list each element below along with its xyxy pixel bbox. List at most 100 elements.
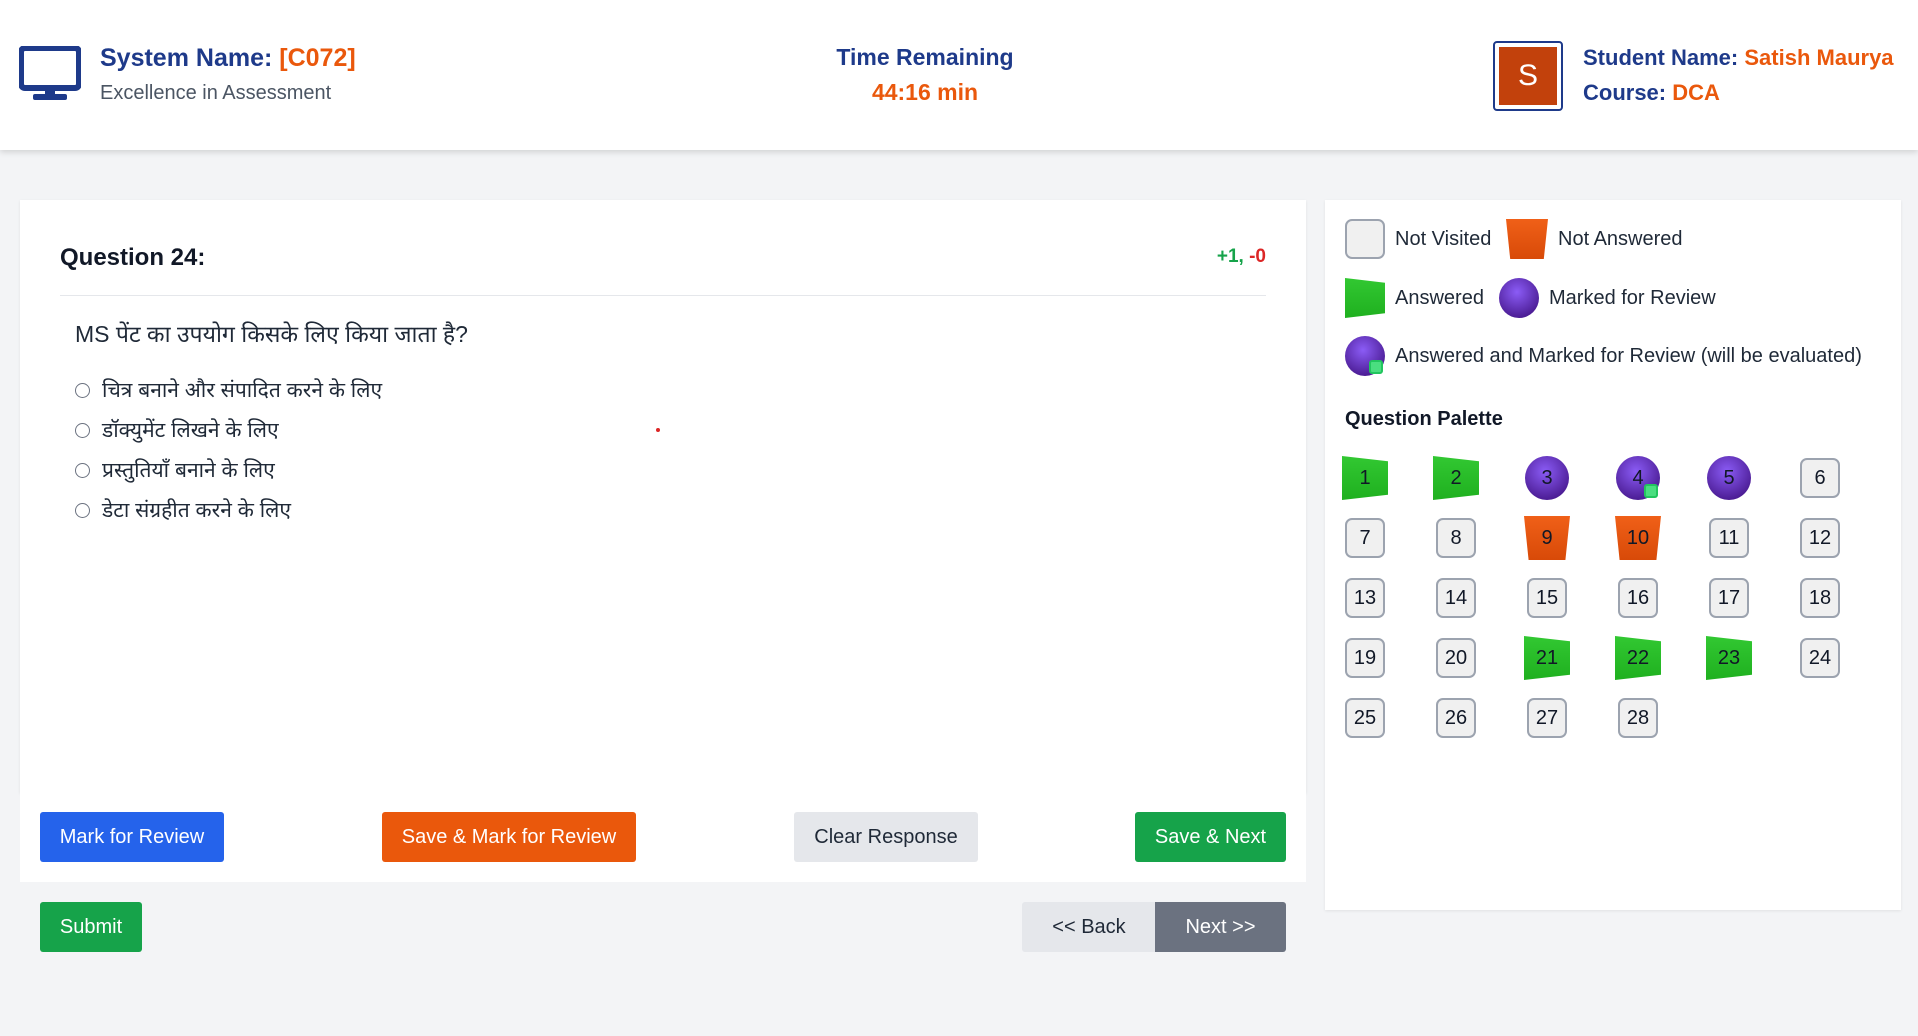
palette-question-10[interactable]: 10 (1614, 514, 1662, 562)
legend-marked-review: Marked for Review (1499, 278, 1716, 318)
legend-not-answered: Not Answered (1506, 219, 1683, 259)
palette-question-27[interactable]: 27 (1523, 694, 1571, 742)
marks-positive: +1, (1216, 246, 1244, 267)
radio-button[interactable] (75, 422, 90, 438)
palette-question-1[interactable]: 1 (1341, 454, 1389, 502)
clear-response-button[interactable]: Clear Response (794, 812, 978, 862)
option-label: चित्र बनाने और संपादित करने के लिए (102, 379, 383, 402)
palette-question-20[interactable]: 20 (1432, 634, 1480, 682)
palette-question-5[interactable]: 5 (1705, 454, 1753, 502)
student-name-label: Student Name: (1583, 45, 1739, 70)
save-mark-review-button[interactable]: Save & Mark for Review (382, 812, 636, 862)
palette-question-3[interactable]: 3 (1523, 454, 1571, 502)
palette-question-16[interactable]: 16 (1614, 574, 1662, 622)
palette-number: 5 (1707, 456, 1751, 500)
radio-button[interactable] (75, 502, 90, 518)
not-visited-swatch (1345, 219, 1385, 259)
top-header: System Name: [C072] Excellence in Assess… (0, 0, 1918, 150)
cursor-dot (656, 428, 660, 432)
palette-question-6[interactable]: 6 (1796, 454, 1844, 502)
course-row: Course: DCA (1583, 80, 1720, 106)
palette-question-12[interactable]: 12 (1796, 514, 1844, 562)
option-2[interactable]: डॉक्युमेंट लिखने के लिए (75, 410, 382, 450)
palette-number: 26 (1436, 698, 1476, 738)
palette-number: 25 (1345, 698, 1385, 738)
palette-number: 23 (1706, 636, 1752, 680)
palette-number: 7 (1345, 518, 1385, 558)
palette-panel: Not Visited Not Answered Answered Marked… (1325, 200, 1901, 910)
answered-swatch (1345, 278, 1385, 318)
legend-not-visited: Not Visited (1345, 219, 1491, 259)
legend-answered-marked: Answered and Marked for Review (will be … (1345, 336, 1862, 376)
back-button[interactable]: << Back (1022, 902, 1156, 952)
option-1[interactable]: चित्र बनाने और संपादित करने के लिए (75, 370, 382, 410)
palette-number: 12 (1800, 518, 1840, 558)
option-3[interactable]: प्रस्तुतियाँ बनाने के लिए (75, 450, 382, 490)
option-label: डॉक्युमेंट लिखने के लिए (102, 419, 279, 442)
palette-number: 6 (1800, 458, 1840, 498)
palette-question-25[interactable]: 25 (1341, 694, 1389, 742)
time-remaining-value: 44:16 min (871, 79, 979, 105)
save-next-button[interactable]: Save & Next (1135, 812, 1286, 862)
radio-button[interactable] (75, 382, 90, 398)
next-button[interactable]: Next >> (1155, 902, 1286, 952)
palette-number: 17 (1709, 578, 1749, 618)
palette-question-24[interactable]: 24 (1796, 634, 1844, 682)
palette-question-18[interactable]: 18 (1796, 574, 1844, 622)
legend-label: Not Answered (1558, 227, 1683, 250)
palette-question-21[interactable]: 21 (1523, 634, 1571, 682)
student-name-row: Student Name: Satish Maurya (1583, 45, 1894, 71)
time-remaining-label: Time Remaining (836, 44, 1014, 70)
legend-label: Answered and Marked for Review (will be … (1395, 344, 1862, 367)
palette-number: 19 (1345, 638, 1385, 678)
radio-button[interactable] (75, 462, 90, 478)
palette-number: 15 (1527, 578, 1567, 618)
tagline: Excellence in Assessment (100, 82, 332, 104)
question-panel: Question 24: +1, -0 MS पेंट का उपयोग किस… (20, 200, 1306, 793)
legend-label: Marked for Review (1549, 286, 1716, 309)
palette-question-14[interactable]: 14 (1432, 574, 1480, 622)
palette-number: 14 (1436, 578, 1476, 618)
palette-number: 2 (1433, 456, 1479, 500)
palette-number: 3 (1525, 456, 1569, 500)
palette-number: 8 (1436, 518, 1476, 558)
option-label: डेटा संग्रहीत करने के लिए (102, 499, 291, 522)
palette-number: 22 (1615, 636, 1661, 680)
palette-question-15[interactable]: 15 (1523, 574, 1571, 622)
action-bar: Mark for Review Save & Mark for Review C… (20, 793, 1306, 882)
palette-question-23[interactable]: 23 (1705, 634, 1753, 682)
option-label: प्रस्तुतियाँ बनाने के लिए (102, 459, 275, 482)
palette-question-19[interactable]: 19 (1341, 634, 1389, 682)
palette-question-22[interactable]: 22 (1614, 634, 1662, 682)
palette-question-17[interactable]: 17 (1705, 574, 1753, 622)
palette-question-9[interactable]: 9 (1523, 514, 1571, 562)
submit-button[interactable]: Submit (40, 902, 142, 952)
palette-question-26[interactable]: 26 (1432, 694, 1480, 742)
palette-number: 11 (1709, 518, 1749, 558)
question-text: MS पेंट का उपयोग किसके लिए किया जाता है? (75, 321, 468, 347)
palette-number: 1 (1342, 456, 1388, 500)
palette-question-2[interactable]: 2 (1432, 454, 1480, 502)
palette-number: 21 (1524, 636, 1570, 680)
system-name-label: System Name: (100, 44, 273, 72)
legend-label: Answered (1395, 286, 1484, 309)
palette-number: 20 (1436, 638, 1476, 678)
monitor-icon (19, 46, 81, 100)
question-marks: +1, -0 (1217, 246, 1266, 268)
palette-title: Question Palette (1345, 408, 1503, 430)
palette-question-7[interactable]: 7 (1341, 514, 1389, 562)
palette-question-28[interactable]: 28 (1614, 694, 1662, 742)
marked-review-swatch (1499, 278, 1539, 318)
palette-question-4[interactable]: 4 (1614, 454, 1662, 502)
mark-for-review-button[interactable]: Mark for Review (40, 812, 224, 862)
legend-label: Not Visited (1395, 227, 1492, 250)
option-4[interactable]: डेटा संग्रहीत करने के लिए (75, 490, 382, 530)
options-list: चित्र बनाने और संपादित करने के लिए डॉक्य… (75, 370, 382, 530)
answered-marked-swatch (1345, 336, 1385, 376)
palette-question-13[interactable]: 13 (1341, 574, 1389, 622)
marks-negative: -0 (1249, 246, 1266, 267)
palette-number: 24 (1800, 638, 1840, 678)
student-name-value: Satish Maurya (1744, 45, 1894, 70)
palette-question-11[interactable]: 11 (1705, 514, 1753, 562)
palette-question-8[interactable]: 8 (1432, 514, 1480, 562)
